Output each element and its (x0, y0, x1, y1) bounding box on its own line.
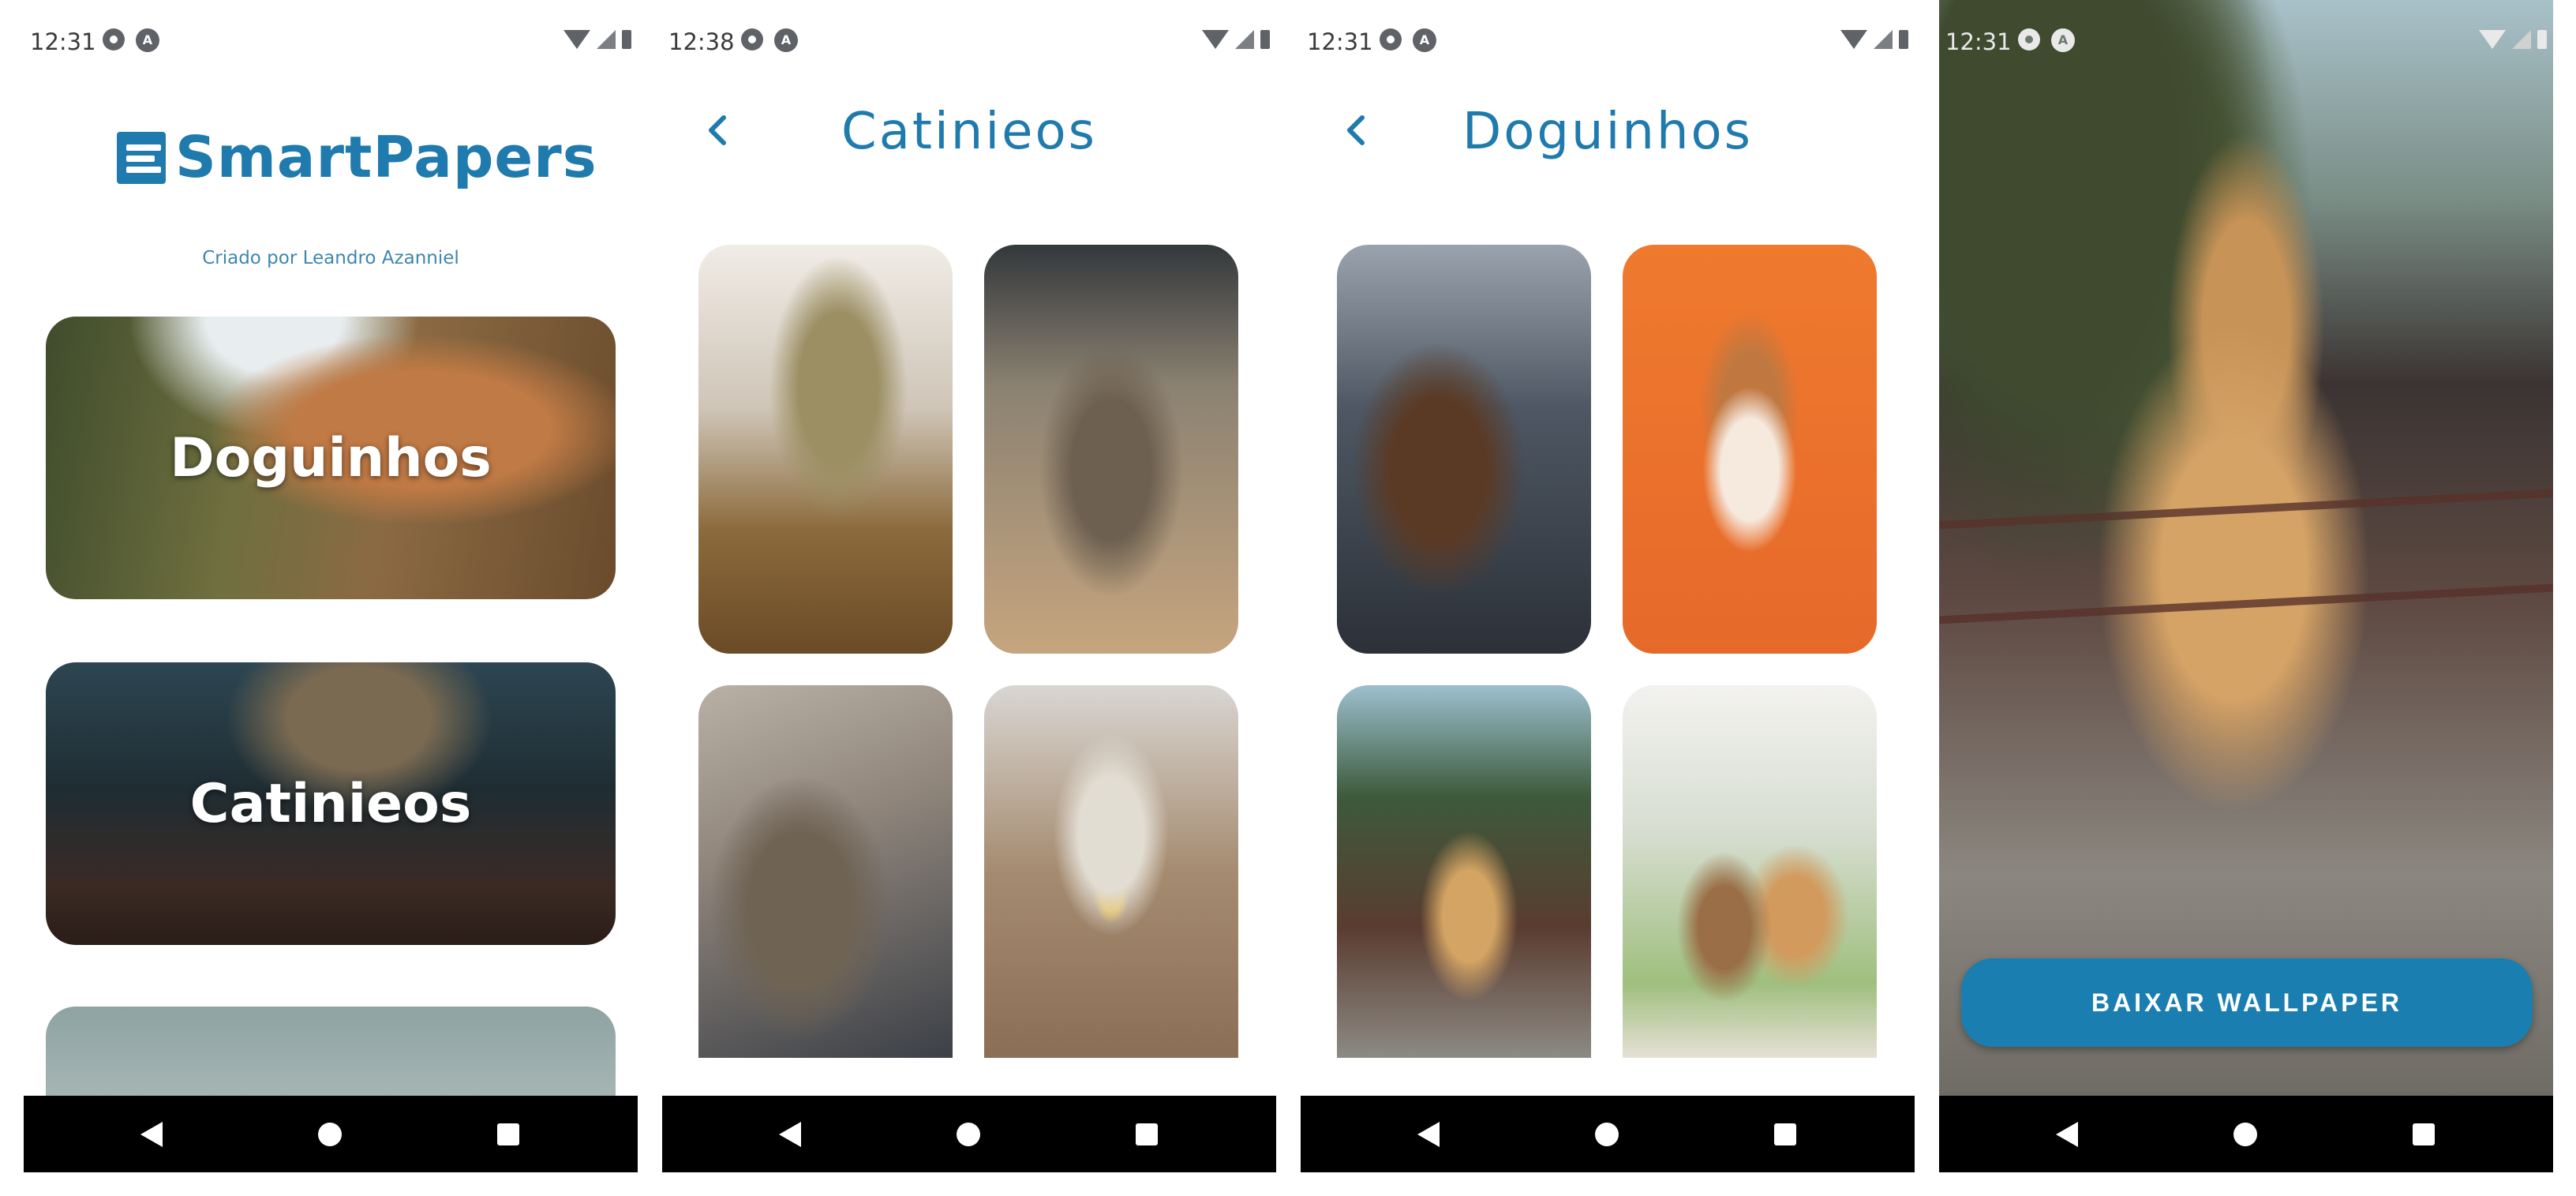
screen-dogs: 12:31 A Doguinhos (1301, 0, 1915, 1172)
category-card-catinieos[interactable]: Catinieos (46, 662, 616, 945)
cell-signal-icon (597, 30, 616, 49)
category-label: Catinieos (189, 772, 472, 835)
android-nav-bar (24, 1096, 638, 1172)
cell-signal-icon (2512, 30, 2531, 49)
android-nav-bar (1939, 1096, 2553, 1172)
app-logo: SmartPapers (112, 124, 597, 190)
wallpaper-thumbnail[interactable] (698, 245, 953, 654)
nav-home-icon[interactable] (318, 1123, 342, 1146)
gear-icon (741, 28, 763, 51)
nav-back-icon[interactable] (140, 1122, 163, 1147)
wallpaper-thumbnail[interactable] (1337, 685, 1591, 1058)
status-bar: 12:38 A (662, 0, 1276, 87)
logo-paper-icon (112, 127, 172, 187)
a-circle-icon: A (136, 28, 159, 52)
nav-back-icon[interactable] (2056, 1122, 2078, 1147)
battery-icon (622, 30, 631, 49)
android-nav-bar (662, 1096, 1276, 1172)
wallpaper-thumbnail[interactable] (984, 245, 1238, 654)
page-title: Doguinhos (1462, 103, 1754, 161)
nav-recents-icon[interactable] (2413, 1123, 2435, 1145)
screen-wallpaper-detail: 12:31 A BAIXAR WALLPAPER (1939, 0, 2553, 1172)
wallpaper-thumbnail[interactable] (1623, 685, 1877, 1058)
credit-text: Criado por Leandro Azanniel (202, 248, 459, 268)
battery-icon (2537, 30, 2547, 49)
nav-recents-icon[interactable] (497, 1123, 519, 1145)
status-time: 12:31 (30, 28, 96, 55)
cell-signal-icon (1235, 30, 1254, 49)
category-label: Doguinhos (170, 426, 492, 489)
a-circle-icon: A (774, 28, 798, 52)
battery-icon (1260, 30, 1270, 49)
battery-icon (1899, 30, 1908, 49)
cell-signal-icon (1874, 30, 1893, 49)
status-bar: 12:31 A (1939, 0, 2553, 87)
android-nav-bar (1301, 1096, 1915, 1172)
wallpaper-thumbnail[interactable] (698, 685, 953, 1058)
status-time: 12:31 (1945, 28, 2012, 55)
status-time: 12:38 (668, 28, 735, 55)
wifi-icon (2479, 30, 2506, 49)
wallpaper-thumbnail[interactable] (1337, 245, 1591, 654)
nav-home-icon[interactable] (2233, 1123, 2257, 1146)
status-bar: 12:31 A (1301, 0, 1915, 87)
gear-icon (103, 28, 125, 51)
screen-home: 12:31 A SmartPapers Criado por Leandro A… (24, 0, 638, 1172)
logo-text: SmartPapers (175, 124, 597, 190)
wifi-icon (1202, 30, 1229, 49)
gear-icon (2018, 28, 2040, 51)
a-circle-icon: A (2051, 28, 2075, 52)
download-wallpaper-button[interactable]: BAIXAR WALLPAPER (1961, 958, 2533, 1047)
wallpaper-thumbnail[interactable] (984, 685, 1238, 1058)
wifi-icon (564, 30, 590, 49)
nav-recents-icon[interactable] (1136, 1123, 1158, 1145)
category-card-doguinhos[interactable]: Doguinhos (46, 317, 616, 599)
wifi-icon (1840, 30, 1867, 49)
nav-home-icon[interactable] (1595, 1123, 1619, 1146)
nav-recents-icon[interactable] (1774, 1123, 1796, 1145)
gear-icon (1380, 28, 1402, 51)
wallpaper-thumbnail[interactable] (1623, 245, 1877, 654)
nav-back-icon[interactable] (1417, 1122, 1440, 1147)
status-time: 12:31 (1307, 28, 1373, 55)
nav-home-icon[interactable] (957, 1123, 980, 1146)
status-bar: 12:31 A (24, 0, 638, 87)
page-title: Catinieos (841, 103, 1097, 161)
wallpaper-preview-image (1939, 0, 2553, 1096)
nav-back-icon[interactable] (779, 1122, 801, 1147)
screen-cats: 12:38 A Catinieos (662, 0, 1276, 1172)
a-circle-icon: A (1413, 28, 1436, 52)
